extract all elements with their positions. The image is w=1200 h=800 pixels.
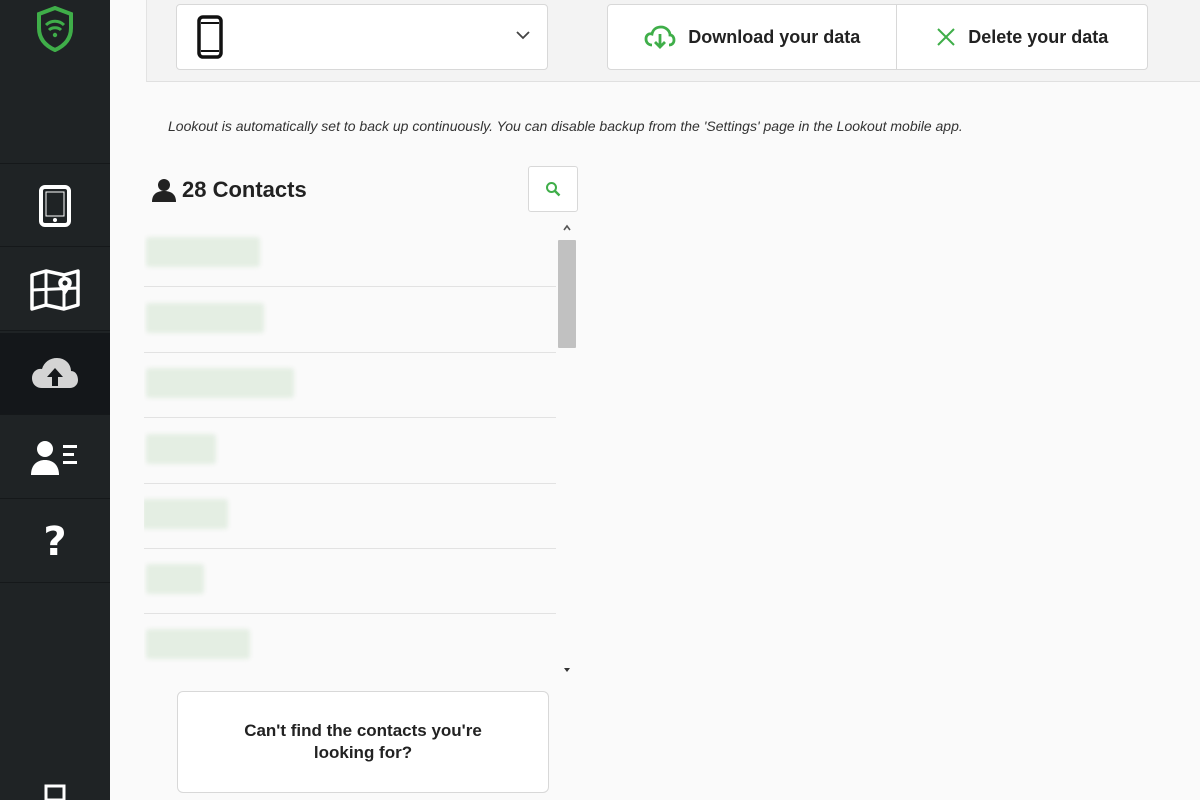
cant-find-label: Can't find the contacts you're looking f… [244, 721, 482, 762]
phone-icon [197, 15, 223, 59]
logout-icon [44, 784, 66, 800]
tablet-icon [39, 184, 71, 227]
scroll-up-arrow-icon[interactable] [562, 222, 572, 234]
map-location-icon [30, 268, 80, 311]
lookout-logo[interactable] [0, 0, 110, 164]
cant-find-contacts-button[interactable]: Can't find the contacts you're looking f… [177, 691, 549, 793]
list-item[interactable] [144, 353, 556, 418]
chevron-down-icon [516, 31, 530, 40]
contact-list[interactable] [144, 222, 556, 678]
list-item[interactable] [144, 614, 556, 678]
contact-list-scrollbar[interactable] [556, 222, 578, 678]
delete-label: Delete your data [968, 26, 1109, 47]
contacts-card-icon [31, 440, 77, 475]
list-item[interactable] [144, 222, 556, 287]
download-data-button[interactable]: Download your data [608, 5, 898, 69]
contacts-count-title: 28 Contacts [182, 177, 307, 202]
list-item[interactable] [144, 288, 556, 353]
device-select[interactable] [176, 4, 548, 70]
sidebar-item-contacts[interactable] [0, 417, 110, 499]
help-question-icon: ? [43, 518, 67, 565]
person-icon [152, 179, 176, 202]
cloud-download-icon [644, 25, 676, 49]
contacts-header: 28 Contacts [150, 176, 307, 204]
search-icon [546, 182, 561, 197]
list-item[interactable] [144, 419, 556, 484]
backup-info-text: Lookout is automatically set to back up … [168, 118, 963, 134]
close-icon [937, 28, 955, 46]
sidebar-item-logout[interactable] [0, 780, 110, 800]
scrollbar-thumb[interactable] [558, 240, 576, 348]
delete-data-button[interactable]: Delete your data [897, 5, 1147, 69]
cloud-upload-icon [32, 357, 78, 388]
sidebar-item-backup[interactable] [0, 333, 110, 415]
sidebar-item-help[interactable]: ? [0, 501, 110, 583]
sidebar: ? [0, 0, 110, 800]
list-item[interactable] [144, 484, 556, 549]
sidebar-item-locate[interactable] [0, 249, 110, 331]
scroll-down-arrow-icon[interactable] [562, 664, 572, 676]
data-actions: Download your data Delete your data [607, 4, 1148, 70]
search-contacts-button[interactable] [528, 166, 578, 212]
sidebar-item-device[interactable] [0, 165, 110, 247]
download-label: Download your data [688, 26, 861, 47]
shield-logo-icon [37, 6, 73, 52]
list-item[interactable] [144, 549, 556, 614]
